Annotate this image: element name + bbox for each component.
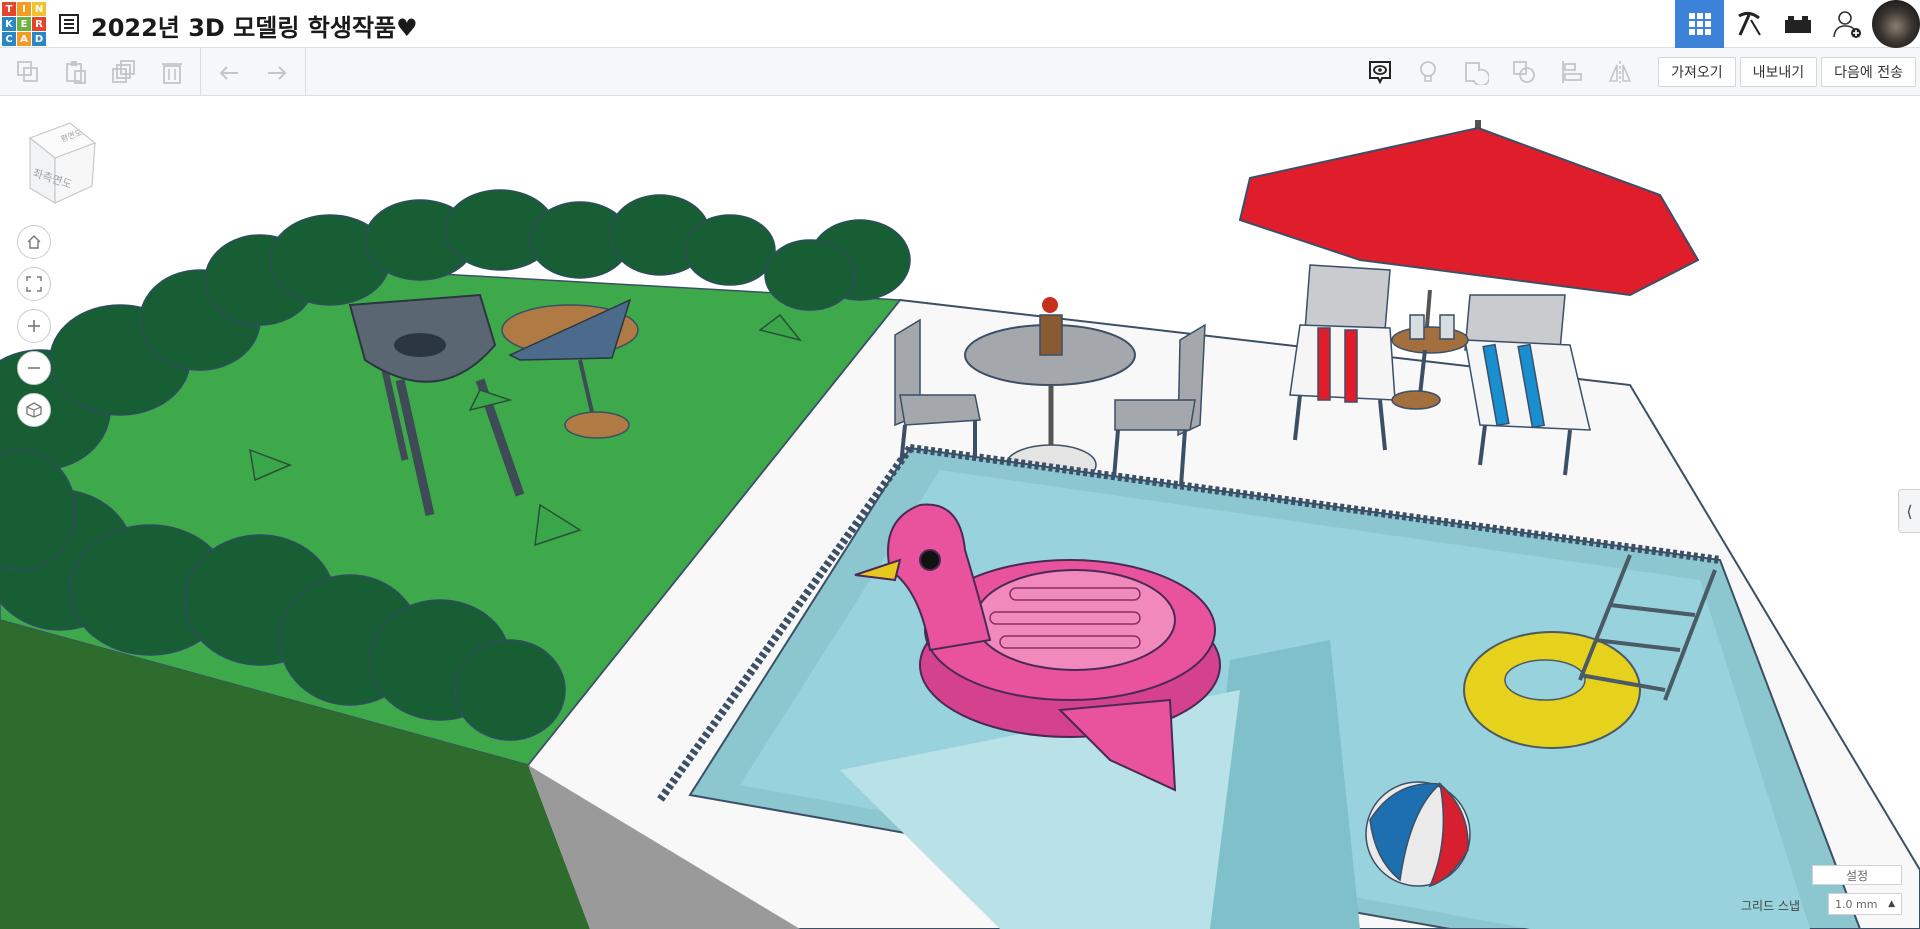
logo-letter: R — [32, 17, 46, 31]
invite-people-button[interactable] — [1822, 0, 1871, 48]
history-tools — [201, 48, 306, 96]
pickaxe-icon — [1737, 11, 1761, 36]
copy-button[interactable] — [4, 48, 52, 96]
grid-snap-value: 1.0 mm — [1835, 897, 1878, 911]
bricks-view-button[interactable] — [1773, 0, 1822, 48]
beach-ball — [1365, 781, 1471, 888]
align-button[interactable] — [1548, 48, 1596, 96]
tinkercad-logo[interactable]: TIN KER CAD — [2, 2, 46, 46]
add-user-icon — [1832, 11, 1861, 38]
top-bar: TIN KER CAD 2022년 3D 모델링 학생작품♥ — [0, 0, 1920, 48]
duplicate-icon — [112, 60, 135, 83]
undo-button[interactable] — [205, 48, 253, 96]
export-button[interactable]: 내보내기 — [1739, 57, 1818, 87]
grid-snap-label: 그리드 스냅 — [1740, 899, 1800, 913]
caret-up-icon: ▲ — [1888, 899, 1895, 909]
logo-letter: D — [32, 32, 46, 46]
group-icon — [1465, 62, 1490, 85]
logo-letter: T — [2, 2, 16, 16]
zoom-in-button[interactable] — [17, 309, 51, 343]
3d-scene[interactable] — [0, 96, 1920, 929]
user-avatar-button[interactable] — [1871, 0, 1920, 48]
redo-icon — [268, 66, 287, 80]
codeblocks-view-button[interactable] — [1724, 0, 1773, 48]
workplane-viewport[interactable]: 평면도 좌측면도 ⟨ 설정 그리드 스냅 1.0 mm ▲ — [0, 96, 1920, 929]
duplicate-button[interactable] — [100, 48, 148, 96]
brick-icon — [1784, 16, 1811, 33]
settings-button[interactable]: 설정 — [1812, 865, 1902, 885]
zoom-out-icon — [28, 367, 40, 369]
logo-letter: C — [2, 32, 16, 46]
grid-snap-select[interactable]: 1.0 mm ▲ — [1828, 893, 1902, 915]
swim-ring — [1463, 631, 1641, 749]
fit-all-icon — [26, 276, 42, 292]
home-view-button[interactable] — [17, 225, 51, 259]
light-bulb-icon — [1420, 61, 1436, 82]
home-view-icon — [27, 235, 41, 249]
redo-button[interactable] — [253, 48, 301, 96]
logo-letter: K — [2, 17, 16, 31]
ortho-perspective-icon — [26, 402, 42, 418]
delete-icon — [162, 63, 182, 84]
shapes-panel-toggle[interactable]: ⟨ — [1898, 489, 1920, 533]
zoom-out-button[interactable] — [17, 351, 51, 385]
copy-icon — [17, 61, 38, 82]
view-cube[interactable]: 평면도 좌측면도 — [20, 118, 100, 208]
paste-icon — [66, 61, 86, 84]
delete-button[interactable] — [148, 48, 196, 96]
show-hide-button[interactable] — [1356, 48, 1404, 96]
ortho-perspective-button[interactable] — [17, 393, 51, 427]
clipboard-tools — [0, 48, 201, 96]
fit-all-button[interactable] — [17, 267, 51, 301]
logo-letter: A — [17, 32, 31, 46]
show-hide-icon — [1369, 61, 1392, 85]
design-list-icon[interactable] — [58, 13, 80, 35]
undo-icon — [219, 66, 238, 80]
design-title[interactable]: 2022년 3D 모델링 학생작품♥ — [91, 8, 418, 43]
zoom-in-icon — [28, 320, 40, 332]
group-button[interactable] — [1452, 48, 1500, 96]
import-button[interactable]: 가져오기 — [1658, 57, 1736, 87]
paste-button[interactable] — [52, 48, 100, 96]
mirror-button[interactable] — [1596, 48, 1644, 96]
ungroup-icon — [1513, 61, 1535, 83]
align-icon — [1562, 61, 1582, 83]
mirror-icon — [1608, 61, 1632, 83]
logo-letter: E — [17, 17, 31, 31]
send-to-button[interactable]: 다음에 전송 — [1821, 57, 1916, 87]
logo-letter: N — [32, 2, 46, 16]
3d-design-view-button[interactable] — [1675, 0, 1724, 48]
edit-toolbar: 가져오기 내보내기 다음에 전송 — [0, 48, 1920, 96]
avatar — [1871, 0, 1920, 48]
chevron-left-icon: ⟨ — [1906, 501, 1913, 521]
logo-letter: I — [17, 2, 31, 16]
grid-icon — [1688, 13, 1711, 35]
light-bulb-button[interactable] — [1404, 48, 1452, 96]
ungroup-button[interactable] — [1500, 48, 1548, 96]
